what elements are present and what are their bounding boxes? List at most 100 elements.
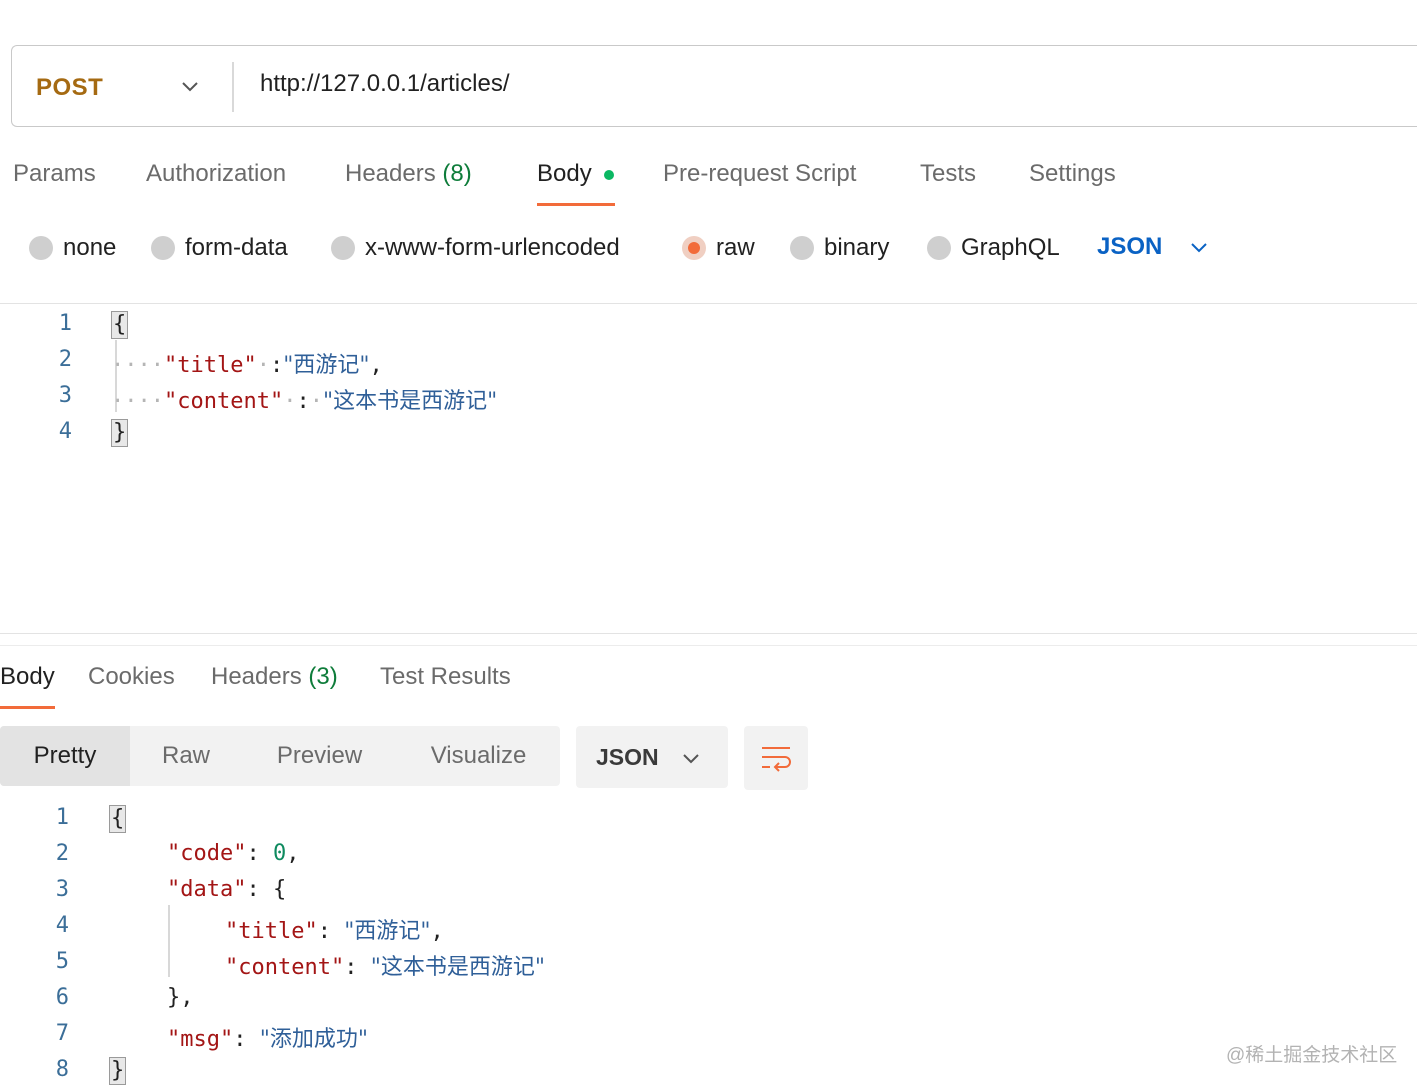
radio-binary[interactable]: binary	[790, 234, 890, 261]
json-number: 0	[272, 841, 287, 866]
tab-params[interactable]: Params	[13, 160, 96, 188]
line-number: 1	[55, 805, 69, 830]
radio-form-data[interactable]: form-data	[151, 234, 288, 261]
radio-label: GraphQL	[961, 234, 1060, 261]
chevron-down-icon[interactable]	[180, 76, 200, 96]
radio-circle[interactable]	[927, 236, 951, 260]
brace-match: {	[109, 805, 127, 833]
radio-label: form-data	[185, 234, 288, 261]
tab-headers-count: (8)	[442, 160, 472, 187]
radio-label: raw	[716, 234, 755, 261]
json-brace: }	[167, 985, 181, 1010]
line-number: 5	[55, 949, 69, 974]
response-tab-headers[interactable]: Headers (3)	[211, 663, 338, 691]
active-tab-indicator	[0, 706, 55, 709]
method-select[interactable]: POST	[36, 74, 103, 102]
brace-match: {	[111, 311, 129, 339]
code-line[interactable]: ····"content"·:·"这本书是西游记"	[111, 383, 497, 415]
whitespace-marker: ·	[256, 353, 270, 378]
url-divider	[232, 62, 234, 112]
response-tab-headers-label: Headers	[211, 663, 302, 690]
code-line[interactable]: "msg": "添加成功"	[167, 1021, 368, 1053]
radio-x-www-form-urlencoded[interactable]: x-www-form-urlencoded	[331, 234, 620, 261]
line-number: 8	[55, 1057, 69, 1082]
whitespace-marker: ·	[309, 389, 323, 414]
view-preview-button[interactable]: Preview	[242, 726, 397, 786]
line-number: 3	[58, 383, 72, 408]
code-line[interactable]: "code": 0,	[167, 841, 299, 866]
tab-body[interactable]: Body	[537, 160, 592, 188]
json-brace: {	[272, 877, 287, 902]
body-modified-dot	[604, 170, 614, 180]
radio-circle[interactable]	[29, 236, 53, 260]
response-view-group: Pretty Raw Preview Visualize	[0, 726, 560, 786]
view-raw-button[interactable]: Raw	[130, 726, 242, 786]
response-tab-test-results[interactable]: Test Results	[380, 663, 511, 691]
divider	[0, 645, 1417, 646]
radio-circle[interactable]	[331, 236, 355, 260]
tab-headers[interactable]: Headers (8)	[345, 160, 472, 188]
code-line[interactable]: }	[111, 419, 129, 447]
view-visualize-button[interactable]: Visualize	[397, 726, 560, 786]
radio-label: none	[63, 234, 117, 261]
radio-raw[interactable]: raw	[682, 234, 755, 261]
tab-headers-label: Headers	[345, 160, 436, 187]
code-line[interactable]: {	[109, 805, 127, 833]
line-number: 4	[55, 913, 69, 938]
wrap-lines-icon	[762, 747, 791, 772]
response-tab-headers-count: (3)	[308, 663, 338, 690]
json-string: "这本书是西游记"	[370, 955, 545, 980]
response-tab-body[interactable]: Body	[0, 663, 55, 691]
line-number: 1	[58, 311, 72, 336]
tab-pre-request-script[interactable]: Pre-request Script	[663, 160, 856, 188]
response-format-label: JSON	[596, 744, 659, 770]
radio-circle-selected[interactable]	[682, 236, 706, 260]
json-string: "这本书是西游记"	[322, 389, 498, 414]
whitespace-marker: ····	[111, 389, 164, 414]
divider	[0, 303, 1417, 304]
watermark: @稀土掘金技术社区	[1226, 1045, 1398, 1066]
body-format-select[interactable]: JSON	[1097, 233, 1162, 261]
json-key: "title"	[163, 353, 257, 378]
tab-tests[interactable]: Tests	[920, 160, 976, 188]
line-number: 2	[58, 347, 72, 372]
code-line[interactable]: "data": {	[167, 877, 286, 902]
json-string: "西游记"	[283, 353, 370, 378]
json-key: "code"	[167, 841, 247, 866]
chevron-down-icon[interactable]	[1188, 236, 1210, 258]
radio-circle[interactable]	[790, 236, 814, 260]
code-line[interactable]: "content": "这本书是西游记"	[225, 949, 545, 981]
json-key: "data"	[167, 877, 247, 902]
line-number: 6	[55, 985, 69, 1010]
view-pretty-button[interactable]: Pretty	[0, 726, 130, 786]
response-format-select[interactable]: JSON	[576, 726, 728, 788]
line-number: 3	[55, 877, 69, 902]
line-number: 4	[58, 419, 72, 444]
wrap-lines-button[interactable]	[744, 726, 808, 790]
divider	[0, 633, 1417, 634]
indent-guide	[168, 905, 170, 977]
radio-circle[interactable]	[151, 236, 175, 260]
line-number: 2	[55, 841, 69, 866]
code-line[interactable]: "title": "西游记",	[225, 913, 444, 945]
line-number: 7	[55, 1021, 69, 1046]
radio-label: binary	[824, 234, 890, 261]
code-line[interactable]: ····"title"·:"西游记",	[111, 347, 383, 379]
brace-match: }	[109, 1057, 127, 1085]
url-bar: POST	[11, 45, 1417, 127]
code-line[interactable]: }	[109, 1057, 127, 1085]
brace-match: }	[111, 419, 129, 447]
json-string: "西游记"	[344, 919, 431, 944]
radio-graphql[interactable]: GraphQL	[927, 234, 1060, 261]
response-tab-cookies[interactable]: Cookies	[88, 663, 175, 691]
whitespace-marker: ·	[283, 389, 297, 414]
radio-none[interactable]: none	[29, 234, 117, 261]
code-line[interactable]: },	[167, 985, 194, 1010]
tab-authorization[interactable]: Authorization	[146, 160, 286, 188]
tab-settings[interactable]: Settings	[1029, 160, 1116, 188]
json-key: "content"	[225, 955, 345, 980]
active-tab-indicator	[537, 203, 615, 206]
json-key: "msg"	[167, 1027, 234, 1052]
code-line[interactable]: {	[111, 311, 129, 339]
url-input[interactable]	[260, 70, 1160, 98]
